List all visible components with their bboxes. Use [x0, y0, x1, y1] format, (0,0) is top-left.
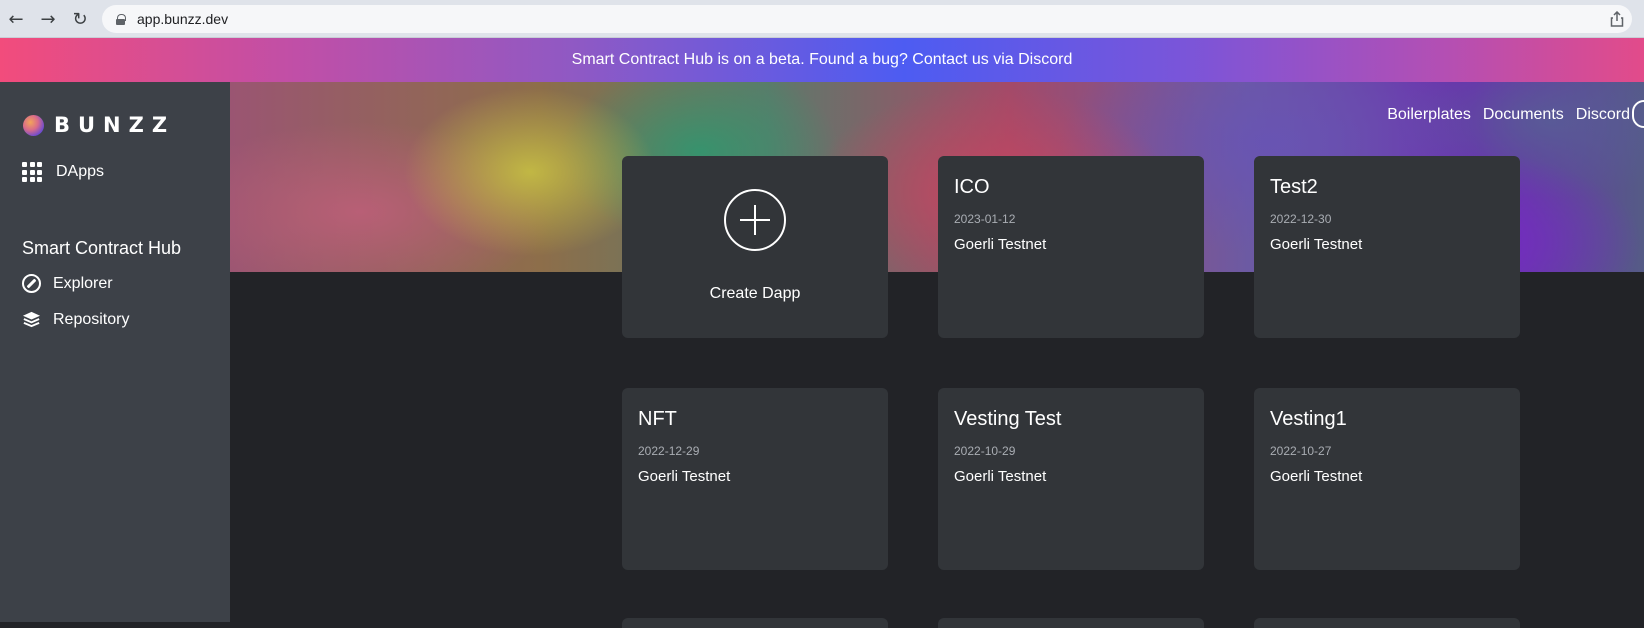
logo-text: BUNZZ — [54, 113, 176, 137]
sidebar-item-dapps[interactable]: DApps — [22, 162, 104, 182]
sidebar: BUNZZ DApps Smart Contract Hub Explorer … — [0, 82, 230, 622]
dapp-network: Goerli Testnet — [954, 236, 1047, 253]
section-title-smart-contract-hub: Smart Contract Hub — [22, 238, 182, 258]
dapp-card[interactable]: Test2 2022-12-30 Goerli Testnet — [1254, 156, 1520, 338]
dapp-card[interactable]: ICO 2023-01-12 Goerli Testnet — [938, 156, 1204, 338]
dapp-date: 2022-12-30 — [1270, 212, 1332, 226]
dapp-network: Goerli Testnet — [1270, 236, 1363, 253]
dapp-name: Vesting1 — [1270, 408, 1347, 430]
sidebar-item-label: DApps — [56, 163, 105, 180]
share-icon[interactable] — [1610, 11, 1624, 27]
dapp-network: Goerli Testnet — [1270, 468, 1363, 485]
dapp-network: Goerli Testnet — [954, 468, 1047, 485]
beta-banner-text: Smart Contract Hub is on a beta. Found a… — [571, 51, 1073, 68]
url-text: app.bunzz.dev — [137, 11, 229, 27]
nav-link-documents[interactable]: Documents — [1483, 106, 1564, 124]
sidebar-item-explorer[interactable]: Explorer — [22, 274, 113, 293]
dapp-card[interactable]: Vesting1 2022-10-27 Goerli Testnet — [1254, 388, 1520, 570]
dapp-card[interactable] — [938, 618, 1204, 628]
top-navigation: Boilerplates Documents Discord — [1387, 106, 1630, 124]
dapp-card[interactable]: NFT 2022-12-29 Goerli Testnet — [622, 388, 888, 570]
dapp-date: 2022-12-29 — [638, 444, 700, 458]
forward-arrow-icon[interactable]: → — [36, 7, 60, 31]
dapp-card[interactable]: Vesting Test 2022-10-29 Goerli Testnet — [938, 388, 1204, 570]
grid-icon — [22, 162, 42, 182]
dapp-date: 2023-01-12 — [954, 212, 1016, 226]
logo-mark-icon — [23, 114, 44, 136]
browser-toolbar: ← → ↻ app.bunzz.dev — [0, 0, 1644, 38]
sidebar-item-label: Explorer — [53, 274, 113, 292]
reload-icon[interactable]: ↻ — [68, 7, 92, 31]
dapp-date: 2022-10-29 — [954, 444, 1016, 458]
dapp-name: Test2 — [1270, 176, 1318, 198]
lock-icon — [116, 13, 126, 25]
dapp-name: NFT — [638, 408, 677, 430]
dapp-name: ICO — [954, 176, 990, 198]
dapp-name: Vesting Test — [954, 408, 1062, 430]
sidebar-item-repository[interactable]: Repository — [22, 310, 129, 329]
dapp-card[interactable] — [622, 618, 888, 628]
dapp-date: 2022-10-27 — [1270, 444, 1332, 458]
beta-banner[interactable]: Smart Contract Hub is on a beta. Found a… — [0, 38, 1644, 82]
address-bar[interactable]: app.bunzz.dev — [102, 5, 1632, 33]
nav-link-discord[interactable]: Discord — [1576, 106, 1630, 124]
dapp-network: Goerli Testnet — [638, 468, 731, 485]
create-dapp-label: Create Dapp — [709, 285, 801, 302]
logo[interactable]: BUNZZ — [23, 113, 175, 137]
compass-icon — [22, 274, 41, 293]
back-arrow-icon[interactable]: ← — [4, 7, 28, 31]
nav-link-boilerplates[interactable]: Boilerplates — [1387, 106, 1471, 124]
dapp-card[interactable] — [1254, 618, 1520, 628]
sidebar-item-label: Repository — [53, 310, 130, 328]
plus-circle-icon — [724, 189, 786, 251]
create-dapp-card[interactable]: Create Dapp — [622, 156, 888, 338]
layers-icon — [22, 311, 41, 328]
